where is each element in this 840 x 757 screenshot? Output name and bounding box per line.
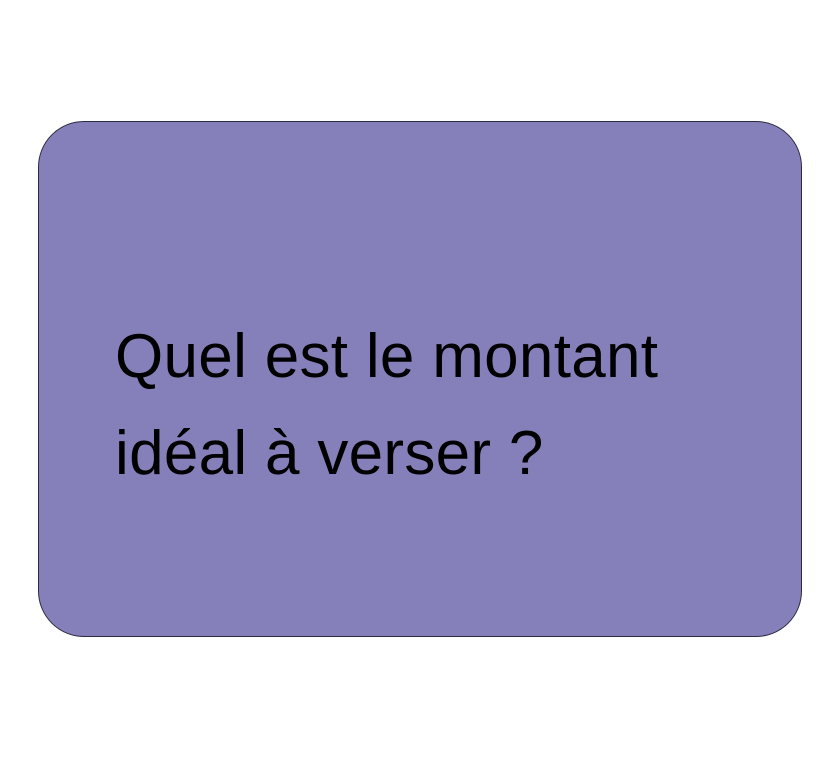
question-line-2: idéal à verser ? — [115, 419, 544, 488]
question-line-1: Quel est le montant — [115, 322, 659, 391]
question-text: Quel est le montant idéal à verser ? — [115, 308, 775, 502]
slide-canvas: Quel est le montant idéal à verser ? — [0, 0, 840, 757]
question-card: Quel est le montant idéal à verser ? — [38, 121, 802, 637]
